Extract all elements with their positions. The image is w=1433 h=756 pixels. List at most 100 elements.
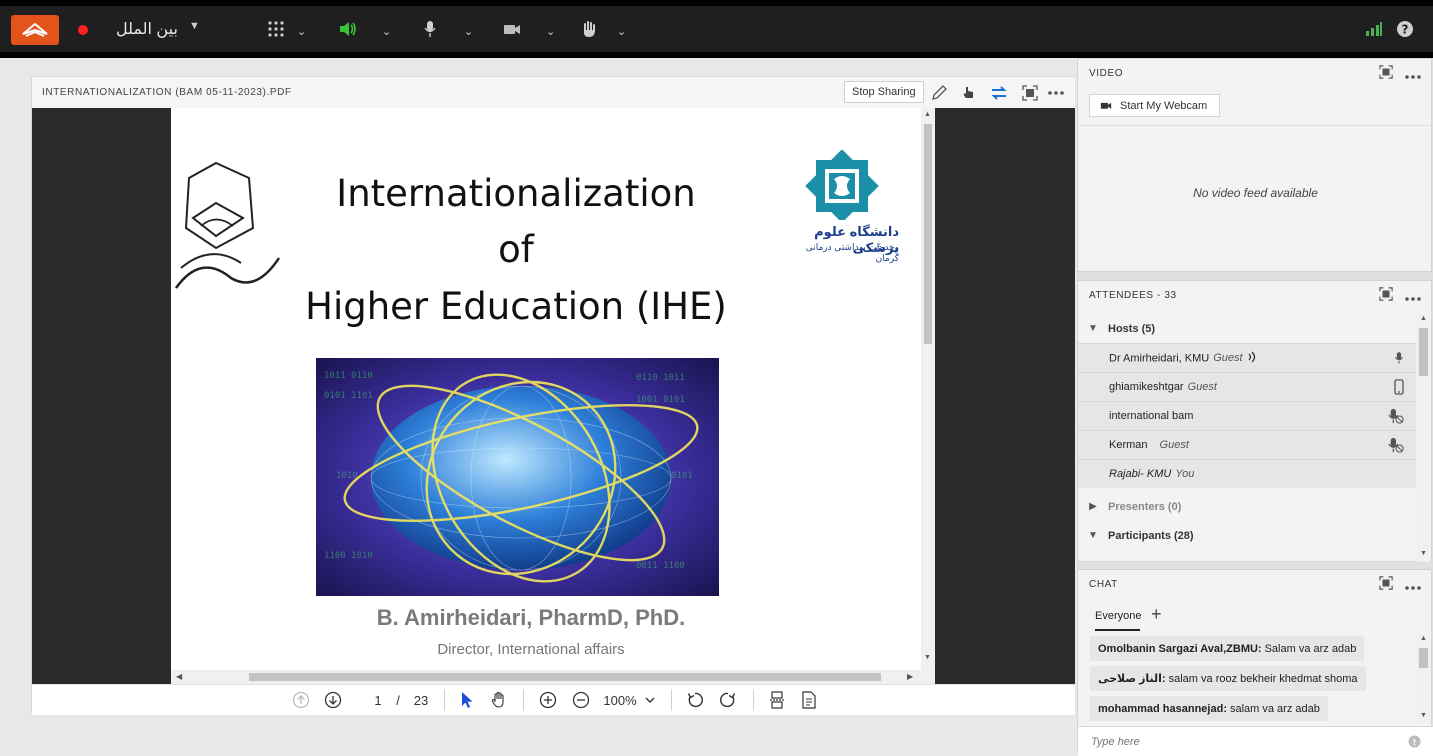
microphone-muted-icon [1388, 408, 1404, 427]
slide-title-line1: Internationalization [336, 172, 696, 215]
more-options-icon[interactable] [1045, 82, 1067, 104]
document-toolbar: 1 / 23 100% [32, 684, 1075, 715]
pointer-hand-icon[interactable] [958, 82, 980, 104]
top-bar-inner: بین الملل ▼ ⌄ ⌄ ⌄ ⌄ ⌄ ? [0, 6, 1433, 52]
attendee-name: Rajabi- KMU [1109, 468, 1172, 480]
chat-message-sender: Omolbanin Sargazi Aval,ZBMU: [1098, 642, 1262, 655]
attendee-row[interactable]: Kerman Guest [1078, 430, 1416, 459]
microphone-icon[interactable] [418, 17, 442, 41]
total-pages: 23 [413, 692, 429, 708]
rotate-right-icon[interactable] [717, 689, 739, 711]
top-bar: بین الملل ▼ ⌄ ⌄ ⌄ ⌄ ⌄ ? [0, 0, 1433, 58]
chat-info-icon[interactable]: ! [1408, 735, 1421, 753]
attendee-row[interactable]: Rajabi- KMU You [1078, 459, 1416, 488]
chevron-down-icon[interactable]: ⌄ [464, 25, 473, 38]
zoom-level[interactable]: 100% [600, 689, 640, 711]
microphone-muted-icon [1388, 437, 1404, 456]
speaker-icon[interactable] [336, 17, 360, 41]
toolbar-divider [523, 689, 524, 711]
raise-hand-icon[interactable] [577, 17, 601, 41]
fit-page-icon[interactable] [766, 689, 788, 711]
fullscreen-icon[interactable] [1379, 287, 1393, 306]
svg-text:?: ? [1402, 23, 1409, 37]
pan-hand-icon[interactable] [488, 689, 510, 711]
chat-input[interactable] [1091, 733, 1391, 751]
chat-message-text: salam va arz adab [1229, 702, 1320, 715]
chat-message: Omolbanin Sargazi Aval,ZBMU: Salam va ar… [1090, 636, 1365, 661]
chat-tab-everyone[interactable]: Everyone [1095, 610, 1141, 622]
chevron-down-icon[interactable]: ▼ [189, 20, 200, 32]
video-pod-title: VIDEO [1089, 68, 1124, 79]
current-page-field[interactable]: 1 [370, 689, 386, 711]
right-sidebar: VIDEO Start My Webcam No video feed avai… [1077, 58, 1433, 756]
page-separator: / [396, 692, 400, 708]
room-name[interactable]: بین الملل [116, 19, 178, 39]
attendee-role: Guest [1187, 381, 1217, 393]
toolbar-divider [671, 689, 672, 711]
chevron-down-icon: ▼ [1088, 323, 1098, 334]
chevron-down-icon: ▼ [1088, 530, 1098, 541]
more-options-icon[interactable] [1405, 577, 1421, 595]
presenters-group-header[interactable]: ▶ Presenters (0) [1078, 492, 1416, 521]
svg-text:1001 0101: 1001 0101 [636, 395, 685, 405]
chat-message-text: Salam va arz adab [1264, 642, 1357, 655]
more-options-icon[interactable] [1405, 66, 1421, 84]
help-icon[interactable]: ? [1393, 17, 1417, 41]
fullscreen-icon[interactable] [1379, 65, 1393, 84]
fullscreen-icon[interactable] [1379, 576, 1393, 595]
document-viewer[interactable]: دانشگاه علوم پزشکی وخدمات بهداشتی درمانی… [32, 108, 1075, 684]
fullscreen-icon[interactable] [1019, 82, 1041, 104]
document-vertical-scroll-thumb[interactable] [924, 124, 932, 344]
slide-page: دانشگاه علوم پزشکی وخدمات بهداشتی درمانی… [171, 108, 921, 670]
zoom-out-icon[interactable] [570, 689, 592, 711]
attendee-row[interactable]: Dr Amirheidari, KMU Guest [1078, 343, 1416, 372]
sync-arrows-icon[interactable] [988, 82, 1010, 104]
start-webcam-button[interactable]: Start My Webcam [1089, 94, 1221, 117]
chat-tab-underline [1095, 629, 1140, 631]
previous-page-icon[interactable] [290, 689, 312, 711]
document-vertical-scrollbar[interactable]: ▲ ▼ [921, 108, 935, 670]
attendee-role: You [1175, 468, 1195, 480]
webcam-icon [1100, 102, 1112, 109]
recording-indicator-icon[interactable] [78, 25, 88, 35]
chevron-down-icon[interactable]: ⌄ [297, 25, 306, 38]
presenters-group-label: Presenters (0) [1108, 500, 1182, 513]
share-pod-title: INTERNATIONALIZATION (BAM 05-11-2023).PD… [42, 87, 292, 98]
document-horizontal-scrollbar[interactable]: ◀ ▶ [171, 670, 935, 684]
rotate-left-icon[interactable] [684, 689, 706, 711]
toolbar-divider [444, 689, 445, 711]
chat-scroll-thumb[interactable] [1419, 648, 1428, 668]
zoom-chevron-down-icon[interactable] [643, 689, 657, 711]
app-logo-icon[interactable] [11, 15, 59, 45]
more-options-icon[interactable] [1405, 288, 1421, 306]
attendee-row[interactable]: international bam [1078, 401, 1416, 430]
connection-signal-icon[interactable] [1362, 17, 1386, 41]
attendees-scroll-thumb[interactable] [1419, 328, 1428, 376]
share-pod-header: INTERNATIONALIZATION (BAM 05-11-2023).PD… [32, 77, 1075, 108]
svg-text:1100 1010: 1100 1010 [324, 551, 373, 561]
document-horizontal-scroll-thumb[interactable] [249, 673, 881, 681]
chevron-down-icon[interactable]: ⌄ [617, 25, 626, 38]
chevron-down-icon[interactable]: ⌄ [546, 25, 555, 38]
draw-pencil-icon[interactable] [928, 82, 950, 104]
start-webcam-label: Start My Webcam [1120, 99, 1208, 112]
chat-scrollbar[interactable]: ▲ ▼ [1417, 634, 1430, 724]
download-document-icon[interactable] [798, 689, 820, 711]
stop-sharing-button[interactable]: Stop Sharing [844, 81, 924, 103]
add-chat-tab-icon[interactable]: + [1151, 604, 1162, 625]
video-pod: VIDEO Start My Webcam No video feed avai… [1077, 58, 1433, 272]
camera-icon[interactable] [500, 17, 524, 41]
next-page-icon[interactable] [322, 689, 344, 711]
attendee-name: international bam [1109, 410, 1194, 422]
attendee-row[interactable]: ghiamikeshtgar Guest [1078, 372, 1416, 401]
participants-group-header[interactable]: ▼ Participants (28) [1078, 521, 1416, 550]
hosts-group-header[interactable]: ▼ Hosts (5) [1078, 314, 1416, 343]
phone-icon [1394, 379, 1404, 398]
chevron-down-icon[interactable]: ⌄ [382, 25, 391, 38]
select-cursor-icon[interactable] [456, 689, 478, 711]
zoom-in-icon[interactable] [537, 689, 559, 711]
layouts-grid-icon[interactable] [264, 17, 288, 41]
participants-group-label: Participants (28) [1108, 529, 1194, 542]
attendees-scrollbar[interactable]: ▲ ▼ [1417, 314, 1430, 562]
chevron-right-icon: ▶ [1089, 501, 1097, 512]
